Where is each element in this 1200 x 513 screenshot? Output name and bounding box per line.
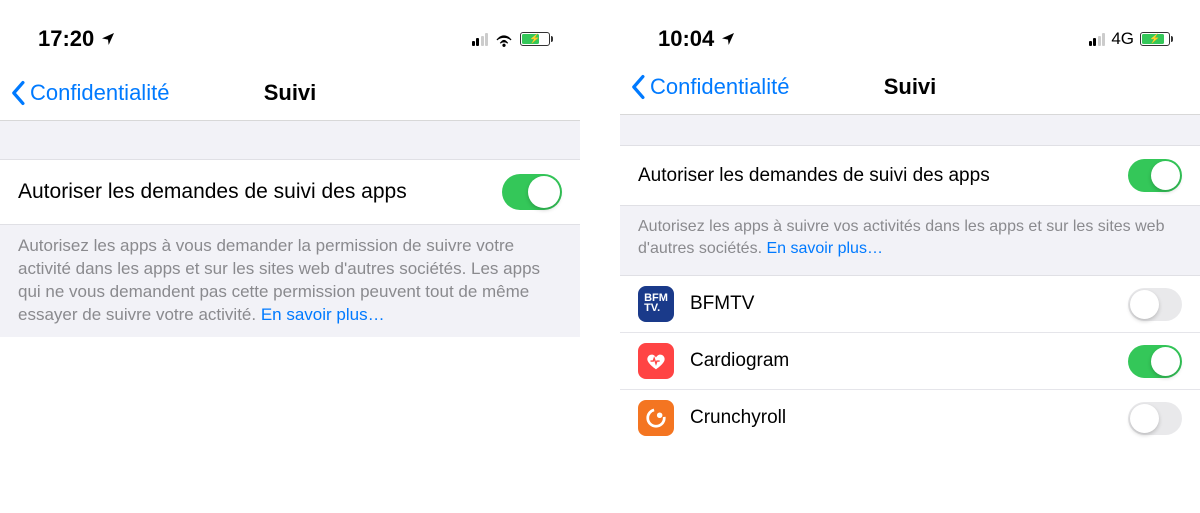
app-row-cardiogram: Cardiogram bbox=[620, 333, 1200, 390]
allow-tracking-row: Autoriser les demandes de suivi des apps bbox=[0, 160, 580, 225]
bfmtv-icon: BFMTV. bbox=[638, 286, 674, 322]
page-title: Suivi bbox=[264, 80, 317, 106]
learn-more-link[interactable]: En savoir plus… bbox=[766, 240, 883, 257]
app-row-crunchyroll: Crunchyroll bbox=[620, 390, 1200, 446]
cardiogram-icon bbox=[638, 343, 674, 379]
back-button[interactable]: Confidentialité bbox=[630, 74, 789, 100]
learn-more-link[interactable]: En savoir plus… bbox=[261, 305, 385, 324]
allow-tracking-label: Autoriser les demandes de suivi des apps bbox=[18, 180, 502, 204]
right-screenshot: 10:04 4G ⚡ Confidentialité Suivi Autoris… bbox=[620, 0, 1200, 513]
location-icon bbox=[100, 31, 116, 47]
chevron-left-icon bbox=[10, 80, 28, 106]
app-toggle-bfmtv[interactable] bbox=[1128, 288, 1182, 321]
allow-tracking-label: Autoriser les demandes de suivi des apps bbox=[638, 165, 1128, 187]
status-time: 10:04 bbox=[658, 26, 714, 52]
app-name: Cardiogram bbox=[690, 350, 1112, 372]
app-row-bfmtv: BFMTV. BFMTV bbox=[620, 276, 1200, 333]
app-toggle-crunchyroll[interactable] bbox=[1128, 402, 1182, 435]
app-name: Crunchyroll bbox=[690, 407, 1112, 429]
chevron-left-icon bbox=[630, 74, 648, 100]
back-button[interactable]: Confidentialité bbox=[10, 80, 169, 106]
app-name: BFMTV bbox=[690, 293, 1112, 315]
signal-icon bbox=[1089, 33, 1106, 46]
app-toggle-cardiogram[interactable] bbox=[1128, 345, 1182, 378]
section-spacer bbox=[620, 114, 1200, 146]
section-spacer bbox=[0, 120, 580, 160]
battery-icon: ⚡ bbox=[520, 32, 550, 46]
network-label: 4G bbox=[1111, 29, 1134, 49]
wifi-icon bbox=[494, 32, 514, 47]
page-title: Suivi bbox=[884, 74, 937, 100]
status-bar: 17:20 ⚡ bbox=[0, 0, 580, 70]
status-time: 17:20 bbox=[38, 26, 94, 52]
nav-bar: Confidentialité Suivi bbox=[620, 64, 1200, 115]
back-label: Confidentialité bbox=[650, 74, 789, 100]
left-screenshot: 17:20 ⚡ Confidentialité Suivi Autoriser … bbox=[0, 0, 580, 513]
allow-tracking-toggle[interactable] bbox=[502, 174, 562, 210]
status-bar: 10:04 4G ⚡ bbox=[620, 0, 1200, 70]
nav-bar: Confidentialité Suivi bbox=[0, 70, 580, 121]
app-list: BFMTV. BFMTV Cardiogram Crunchyroll bbox=[620, 276, 1200, 446]
signal-icon bbox=[472, 33, 489, 46]
location-icon bbox=[720, 31, 736, 47]
footer-description: Autorisez les apps à vous demander la pe… bbox=[0, 225, 580, 337]
footer-text: Autorisez les apps à suivre vos activité… bbox=[638, 218, 1164, 257]
allow-tracking-row: Autoriser les demandes de suivi des apps bbox=[620, 146, 1200, 206]
footer-description: Autorisez les apps à suivre vos activité… bbox=[620, 206, 1200, 276]
battery-icon: ⚡ bbox=[1140, 32, 1170, 46]
back-label: Confidentialité bbox=[30, 80, 169, 106]
allow-tracking-toggle[interactable] bbox=[1128, 159, 1182, 192]
crunchyroll-icon bbox=[638, 400, 674, 436]
